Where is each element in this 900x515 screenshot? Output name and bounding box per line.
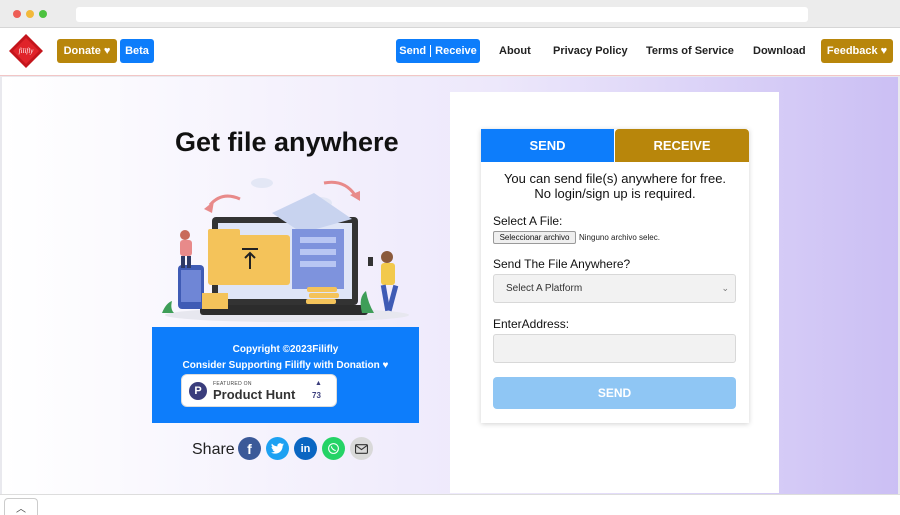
upvote-icon: ▲ [315,380,322,387]
support-text[interactable]: Consider Supporting Filifly with Donatio… [152,360,419,371]
info-line-2: No login/sign up is required. [534,186,696,201]
beta-button[interactable]: Beta [120,39,154,63]
nav-privacy-policy[interactable]: Privacy Policy [553,45,628,57]
send-form-panel: SEND RECEIVE You can send file(s) anywhe… [481,129,749,423]
donate-button[interactable]: Donate ♥ [57,39,117,63]
info-text: You can send file(s) anywhere for free. … [481,171,749,201]
nav-about[interactable]: About [499,45,531,57]
facebook-icon[interactable]: f [238,437,261,460]
twitter-icon[interactable] [266,437,289,460]
heart-icon: ♥ [880,44,888,57]
product-hunt-count: 73 [312,391,321,400]
address-bar[interactable] [76,7,808,22]
page-headline: Get file anywhere [175,127,399,157]
file-label: Select A File: [493,214,563,228]
chevron-down-icon: ⌄ [721,283,729,293]
copyright-text: Copyright ©2023Filifly [232,344,339,355]
navbar: filifly Donate ♥ Beta Send Receive About… [0,28,900,76]
choose-file-button[interactable]: Seleccionar archivo [493,231,576,244]
nav-terms-of-service[interactable]: Terms of Service [646,45,734,57]
svg-text:filifly: filifly [19,47,35,55]
donate-label: Donate [63,45,101,57]
linkedin-icon[interactable]: in [294,437,317,460]
platform-selected-value: Select A Platform [506,283,583,294]
platform-label: Send The File Anywhere? [493,257,631,271]
chevron-up-icon[interactable]: ︿ [4,498,38,515]
product-hunt-name: Product Hunt [213,387,296,402]
receive-nav-label: Receive [435,45,477,57]
copyright-box: Copyright ©2023Filifly Consider Supporti… [152,327,419,423]
feedback-button[interactable]: Feedback ♥ [821,39,893,63]
bottom-bar: ︿ [0,494,900,515]
share-label: Share [192,441,235,458]
product-hunt-badge[interactable]: P FEATURED ON Product Hunt ▲ 73 [181,374,337,407]
info-line-1: You can send file(s) anywhere for free. [503,171,727,186]
feedback-label: Feedback [826,45,878,57]
send-button[interactable]: SEND [493,377,736,409]
address-label: EnterAddress: [493,317,570,331]
tab-send[interactable]: SEND [481,129,614,162]
maximize-window-dot[interactable] [39,10,47,18]
platform-select[interactable]: Select A Platform ⌄ [493,274,736,303]
minimize-window-dot[interactable] [26,10,34,18]
heart-icon: ♥ [103,44,111,57]
send-receive-nav-button[interactable]: Send Receive [396,39,480,63]
address-input[interactable] [493,334,736,363]
beta-label: Beta [125,45,149,57]
send-nav-label: Send [399,45,427,57]
main-content: Get file anywhere Copyright ©2023Filifly… [2,77,898,494]
send-card: SEND RECEIVE You can send file(s) anywhe… [450,92,779,493]
browser-chrome [0,0,900,28]
product-hunt-logo-icon: P [189,382,207,400]
nav-separator [430,45,432,57]
close-window-dot[interactable] [13,10,21,18]
nav-download[interactable]: Download [753,45,806,57]
email-icon[interactable] [350,437,373,460]
file-transfer-illustration [162,178,409,322]
tab-receive[interactable]: RECEIVE [615,129,749,162]
file-status-text: Ninguno archivo selec. [579,233,660,242]
filifly-logo[interactable]: filifly [8,33,44,69]
whatsapp-icon[interactable] [322,437,345,460]
